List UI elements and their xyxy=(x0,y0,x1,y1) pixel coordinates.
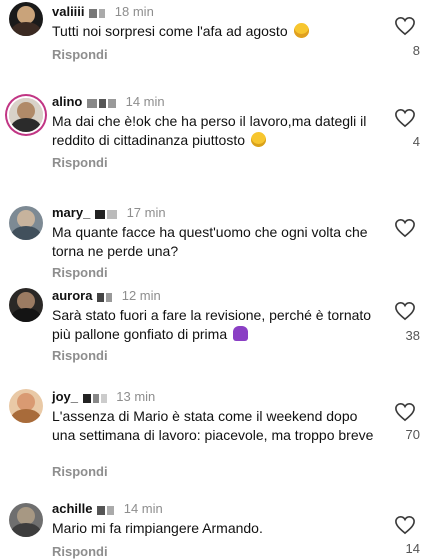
redaction-mask xyxy=(86,95,118,111)
like-count: 14 xyxy=(405,541,420,556)
like-count: 70 xyxy=(405,427,420,442)
comment-text: Ma dai che è!ok che ha perso il lavoro,m… xyxy=(52,113,367,148)
redaction-mask xyxy=(97,289,114,305)
comment-time: 14 min xyxy=(123,501,163,516)
joy-emoji xyxy=(293,23,309,38)
comment-text: Ma quante facce ha quest'uomo che ogni v… xyxy=(52,224,368,259)
reply-button[interactable]: Rispondi xyxy=(52,155,108,170)
redaction-mask xyxy=(89,5,107,21)
like-count: 38 xyxy=(405,328,420,343)
heart-icon[interactable] xyxy=(394,218,416,238)
heart-icon[interactable] xyxy=(394,301,416,321)
comment-text: Sarà stato fuori a fare la revisione, pe… xyxy=(52,307,372,342)
avatar[interactable] xyxy=(9,206,43,240)
reply-button[interactable]: Rispondi xyxy=(52,265,108,280)
reply-button[interactable]: Rispondi xyxy=(52,47,108,62)
comment-username[interactable]: aurora xyxy=(52,288,92,303)
heart-icon[interactable] xyxy=(394,108,416,128)
comment-text: L'assenza di Mario è stata come il weeke… xyxy=(52,408,374,443)
grinning-sweat-emoji xyxy=(250,132,266,147)
comment-time: 18 min xyxy=(114,4,154,19)
like-count: 8 xyxy=(412,43,420,58)
comment-time: 12 min xyxy=(121,288,161,303)
comment-text: Tutti noi sorpresi come l'afa ad agosto xyxy=(52,23,288,39)
avatar[interactable] xyxy=(9,503,43,537)
comment-text: Mario mi fa rimpiangere Armando. xyxy=(52,520,263,536)
reply-button[interactable]: Rispondi xyxy=(52,464,108,479)
like-count: 4 xyxy=(412,134,420,149)
reply-button[interactable]: Rispondi xyxy=(52,348,108,363)
avatar[interactable] xyxy=(9,288,43,322)
comment-time: 14 min xyxy=(125,94,165,109)
comment-username[interactable]: alino xyxy=(52,94,82,109)
avatar[interactable] xyxy=(9,389,43,423)
comment-time: 17 min xyxy=(126,205,166,220)
redaction-mask xyxy=(94,206,119,222)
comment-username[interactable]: joy_ xyxy=(52,389,78,404)
redaction-mask xyxy=(82,390,109,406)
comment-username[interactable]: mary_ xyxy=(52,205,90,220)
comment-username[interactable]: achille xyxy=(52,501,92,516)
redaction-mask xyxy=(97,502,116,518)
avatar[interactable] xyxy=(9,98,43,132)
reply-button[interactable]: Rispondi xyxy=(52,544,108,559)
heart-icon[interactable] xyxy=(394,515,416,535)
heart-icon[interactable] xyxy=(394,402,416,422)
comment-username[interactable]: valiiii xyxy=(52,4,85,19)
heart-icon[interactable] xyxy=(394,16,416,36)
avatar[interactable] xyxy=(9,2,43,36)
comment-time: 13 min xyxy=(116,389,156,404)
facepalm-emoji xyxy=(233,326,249,341)
